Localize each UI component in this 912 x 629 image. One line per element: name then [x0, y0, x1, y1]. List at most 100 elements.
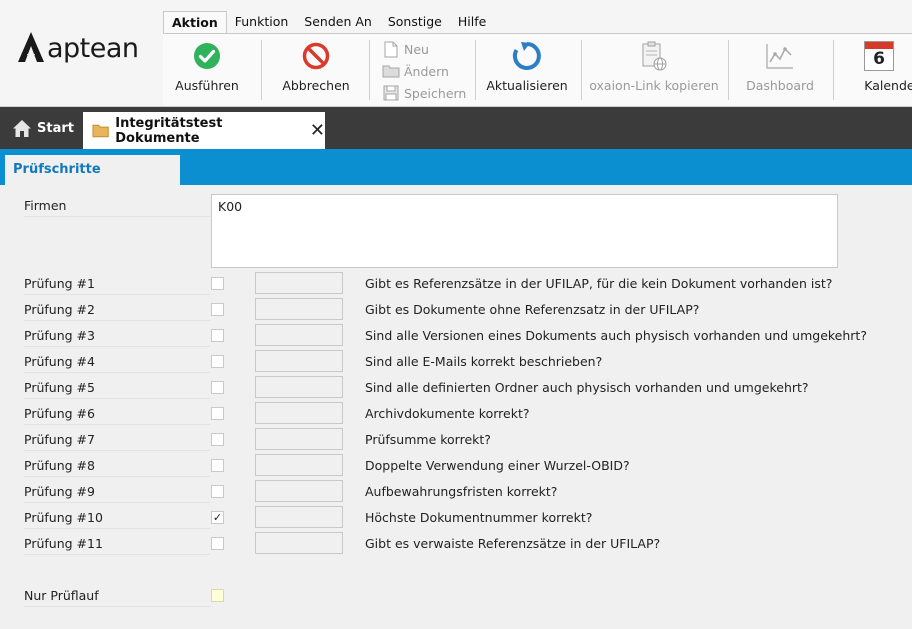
firmen-label: Firmen — [24, 198, 210, 217]
no-entry-icon — [302, 42, 330, 70]
document-tab[interactable]: Integritätstest Dokumente ✕ — [83, 112, 325, 149]
folder-icon — [92, 124, 109, 138]
check-question: Gibt es verwaiste Referenzsätze in der U… — [365, 536, 661, 551]
toolbar-separator — [728, 40, 729, 100]
copy-link-label: oxaion-Link kopieren — [589, 78, 719, 93]
refresh-icon — [512, 42, 541, 70]
home-icon — [13, 119, 31, 137]
check-label: Prüfung #7 — [24, 432, 210, 451]
firmen-field[interactable]: K00 — [211, 194, 838, 268]
check-label: Prüfung #4 — [24, 354, 210, 373]
copy-link-button[interactable]: oxaion-Link kopieren — [589, 34, 719, 104]
check-question: Sind alle definierten Ordner auch physis… — [365, 380, 809, 395]
clipboard-link-icon — [642, 41, 667, 71]
dashboard-label: Dashboard — [746, 78, 814, 93]
check-label: Prüfung #6 — [24, 406, 210, 425]
check-label: Prüfung #11 — [24, 536, 210, 555]
check-question: Prüfsumme korrekt? — [365, 432, 491, 447]
check-input-field[interactable] — [255, 324, 343, 346]
section-tab-pruefschritte[interactable]: Prüfschritte auswählen — [5, 155, 180, 207]
aptean-logo: aptean — [18, 32, 139, 64]
document-tab-bar: Start Integritätstest Dokumente ✕ — [0, 107, 912, 149]
save-label: Speichern — [404, 85, 467, 101]
calendar-icon: 6 — [864, 41, 894, 71]
toolbar-separator — [261, 40, 262, 100]
check-checkbox[interactable] — [211, 303, 224, 316]
check-checkbox[interactable] — [211, 459, 224, 472]
check-question: Aufbewahrungsfristen korrekt? — [365, 484, 558, 499]
folder-icon — [382, 65, 400, 78]
check-input-field[interactable] — [255, 298, 343, 320]
cancel-button[interactable]: Abbrechen — [282, 34, 350, 104]
nur-prueflauf-checkbox[interactable] — [211, 589, 224, 602]
new-document-icon — [384, 41, 398, 57]
check-label: Prüfung #5 — [24, 380, 210, 399]
ribbon: aptean Aktion Funktion Senden An Sonstig… — [0, 0, 912, 107]
edit-group: Neu Ändern Speichern — [381, 38, 467, 104]
check-checkbox[interactable] — [211, 485, 224, 498]
check-question: Doppelte Verwendung einer Wurzel-OBID? — [365, 458, 630, 473]
check-input-field[interactable] — [255, 454, 343, 476]
menu-tabs: Aktion Funktion Senden An Sonstige Hilfe — [163, 11, 494, 33]
save-button[interactable]: Speichern — [381, 82, 467, 104]
close-icon[interactable]: ✕ — [310, 121, 325, 140]
toolbar-separator — [369, 40, 370, 100]
check-question: Gibt es Referenzsätze in der UFILAP, für… — [365, 276, 833, 291]
check-checkbox[interactable] — [211, 407, 224, 420]
form-content: Firmen K00 Prüfung #1 Gibt es Referenzsät… — [0, 185, 912, 629]
check-checkbox[interactable] — [211, 537, 224, 550]
toolbar-separator — [833, 40, 834, 100]
refresh-label: Aktualisieren — [486, 78, 568, 93]
check-question: Archivdokumente korrekt? — [365, 406, 530, 421]
refresh-button[interactable]: Aktualisieren — [486, 34, 568, 104]
check-label: Prüfung #3 — [24, 328, 210, 347]
check-question: Sind alle Versionen eines Dokuments auch… — [365, 328, 867, 343]
check-input-field[interactable] — [255, 428, 343, 450]
toolbar: Ausführen Abbrechen Neu Ändern Speichern… — [163, 33, 912, 105]
menu-tab-aktion[interactable]: Aktion — [163, 11, 227, 33]
toolbar-separator — [475, 40, 476, 100]
check-input-field[interactable] — [255, 532, 343, 554]
check-circle-icon — [194, 43, 220, 69]
check-input-field[interactable] — [255, 480, 343, 502]
calendar-day: 6 — [873, 49, 885, 69]
menu-tab-sonstige[interactable]: Sonstige — [380, 11, 450, 33]
check-input-field[interactable] — [255, 350, 343, 372]
check-checkbox[interactable] — [211, 381, 224, 394]
check-checkbox[interactable] — [211, 329, 224, 342]
new-button[interactable]: Neu — [381, 38, 467, 60]
check-label: Prüfung #10 — [24, 510, 210, 529]
menu-tab-senden-an[interactable]: Senden An — [296, 11, 380, 33]
menu-tab-funktion[interactable]: Funktion — [227, 11, 297, 33]
start-tab-label: Start — [37, 120, 74, 136]
toolbar-separator — [581, 40, 582, 100]
save-icon — [383, 85, 399, 101]
check-checkbox[interactable] — [211, 277, 224, 290]
check-input-field[interactable] — [255, 402, 343, 424]
aptean-logo-icon — [18, 32, 44, 62]
check-label: Prüfung #1 — [24, 276, 210, 295]
nur-prueflauf-label: Nur Prüflauf — [24, 588, 210, 607]
calendar-button[interactable]: 6 Kalender — [846, 34, 912, 104]
execute-button[interactable]: Ausführen — [173, 34, 241, 104]
new-label: Neu — [404, 41, 429, 57]
check-input-field[interactable] — [255, 272, 343, 294]
dashboard-button[interactable]: Dashboard — [740, 34, 820, 104]
start-tab[interactable]: Start — [0, 107, 86, 149]
check-input-field[interactable] — [255, 506, 343, 528]
execute-label: Ausführen — [175, 78, 239, 93]
logo-text: aptean — [47, 32, 139, 64]
check-question: Sind alle E-Mails korrekt beschrieben? — [365, 354, 603, 369]
line-chart-icon — [766, 44, 793, 69]
menu-tab-hilfe[interactable]: Hilfe — [450, 11, 494, 33]
check-input-field[interactable] — [255, 376, 343, 398]
check-checkbox[interactable] — [211, 433, 224, 446]
edit-label: Ändern — [404, 63, 449, 79]
edit-button[interactable]: Ändern — [381, 60, 467, 82]
check-question: Höchste Dokumentnummer korrekt? — [365, 510, 593, 525]
check-checkbox[interactable] — [211, 355, 224, 368]
cancel-label: Abbrechen — [282, 78, 350, 93]
check-checkbox[interactable]: ✓ — [211, 511, 224, 524]
checkmark-icon: ✓ — [212, 511, 223, 524]
check-label: Prüfung #8 — [24, 458, 210, 477]
